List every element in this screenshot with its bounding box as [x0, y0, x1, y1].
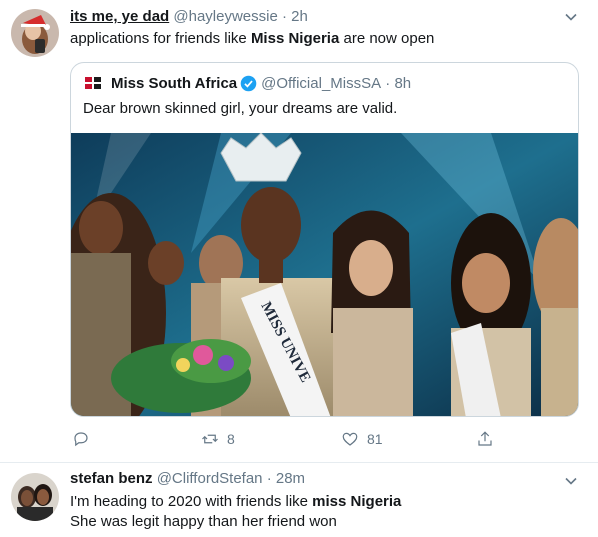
timestamp[interactable]: 2h — [291, 8, 308, 25]
share-button[interactable] — [476, 430, 494, 448]
quote-handle[interactable]: @Official_MissSA — [261, 75, 381, 92]
tweet-text-part: I'm heading to 2020 with friends like — [70, 493, 313, 510]
timestamp[interactable]: 28m — [276, 470, 305, 487]
display-name[interactable]: its me, ye dad — [70, 8, 169, 25]
verified-badge-icon — [240, 75, 257, 92]
tweet-text-line: She was legit happy than her friend won — [70, 513, 337, 530]
tweet-text: applications for friends like Miss Niger… — [70, 29, 434, 49]
tweet-text-part: applications for friends like — [70, 30, 251, 47]
quote-display-name[interactable]: Miss South Africa — [111, 75, 237, 92]
tweet-text-bold: Miss Nigeria — [250, 30, 340, 47]
tweet-actions: 8 81 — [70, 430, 500, 454]
quote-text: Dear brown skinned girl, your dreams are… — [83, 100, 398, 117]
tweet-text-line: I'm heading to 2020 with friends like mi… — [70, 492, 401, 512]
separator: · — [385, 74, 391, 92]
quote-timestamp[interactable]: 8h — [394, 75, 411, 92]
tweet-header: stefan benz @CliffordStefan · 28m — [70, 470, 305, 487]
quote-header: Miss South Africa @Official_MissSA · 8h — [83, 73, 411, 93]
avatar[interactable] — [11, 9, 59, 57]
reply-button[interactable] — [72, 430, 90, 448]
quoted-tweet[interactable]: Miss South Africa @Official_MissSA · 8h … — [70, 62, 579, 417]
tweet-header: its me, ye dad @hayleywessie · 2h — [70, 8, 308, 25]
like-count: 81 — [367, 431, 383, 447]
retweet-icon — [202, 434, 218, 444]
retweet-count: 8 — [227, 431, 235, 447]
tweet-text-part: are now open — [339, 30, 435, 47]
handle[interactable]: @hayleywessie — [173, 8, 277, 25]
retweet-button[interactable]: 8 — [201, 430, 235, 448]
tweet-text-bold: miss Nigeria — [312, 493, 402, 510]
separator: · — [266, 470, 272, 487]
avatar[interactable] — [11, 473, 59, 521]
tweet[interactable]: its me, ye dad @hayleywessie · 2h applic… — [0, 0, 598, 463]
miss-sa-logo-icon — [83, 73, 103, 93]
tweet[interactable]: stefan benz @CliffordStefan · 28m I'm he… — [0, 464, 598, 537]
like-button[interactable]: 81 — [341, 430, 383, 448]
chevron-down-icon[interactable] — [564, 474, 578, 488]
heart-icon — [342, 432, 358, 446]
pageant-photo[interactable]: MISS UNIVE — [71, 133, 578, 416]
reply-icon — [74, 432, 88, 447]
share-icon — [478, 431, 492, 446]
separator: · — [282, 8, 287, 25]
display-name[interactable]: stefan benz — [70, 470, 153, 487]
chevron-down-icon[interactable] — [564, 10, 578, 24]
tweet-text: I'm heading to 2020 with friends like mi… — [70, 492, 401, 532]
handle[interactable]: @CliffordStefan — [157, 470, 263, 487]
